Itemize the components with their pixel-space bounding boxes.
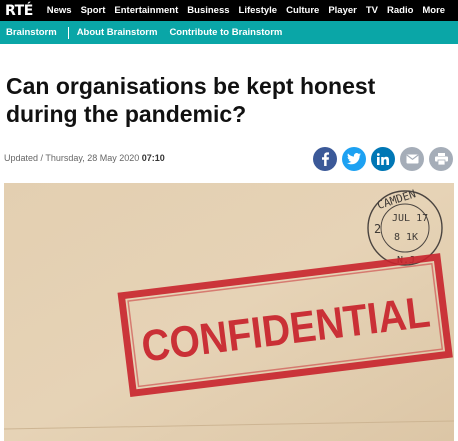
nav-culture[interactable]: Culture xyxy=(286,5,319,16)
updated-date: Updated / Thursday, 28 May 2020 xyxy=(4,153,140,163)
nav-business[interactable]: Business xyxy=(187,5,229,16)
article-title: Can organisations be kept honest during … xyxy=(6,73,376,127)
twitter-icon[interactable] xyxy=(342,147,366,171)
print-icon[interactable] xyxy=(429,147,453,171)
updated-time: 07:10 xyxy=(141,153,165,163)
nav-tv[interactable]: TV xyxy=(366,5,378,16)
top-navigation-bar: RTÉ News Sport Entertainment Business Li… xyxy=(0,0,458,21)
share-buttons xyxy=(313,147,453,171)
nav-sport[interactable]: Sport xyxy=(81,5,106,16)
facebook-icon[interactable] xyxy=(313,147,337,171)
main-nav: News Sport Entertainment Business Lifest… xyxy=(47,5,445,16)
linkedin-icon[interactable] xyxy=(371,147,395,171)
nav-player[interactable]: Player xyxy=(328,5,357,16)
nav-lifestyle[interactable]: Lifestyle xyxy=(239,5,278,16)
email-icon[interactable] xyxy=(400,147,424,171)
postmark-line2: 8 1K xyxy=(394,232,418,243)
postmark-digit: 2 xyxy=(374,222,381,236)
nav-more[interactable]: More xyxy=(422,5,445,16)
article-hero-image: CAMDEN JUL 17 8 1K 2 N.J. CONFIDENTIAL xyxy=(4,183,454,441)
confidential-envelope-image: CAMDEN JUL 17 8 1K 2 N.J. CONFIDENTIAL xyxy=(4,183,454,441)
postmark-date: JUL 17 xyxy=(392,213,428,224)
nav-news[interactable]: News xyxy=(47,5,72,16)
article-updated: Updated / Thursday, 28 May 2020 07:10 xyxy=(4,153,165,163)
nav-radio[interactable]: Radio xyxy=(387,5,413,16)
nav-entertainment[interactable]: Entertainment xyxy=(114,5,178,16)
rte-logo[interactable]: RTÉ xyxy=(5,3,33,19)
